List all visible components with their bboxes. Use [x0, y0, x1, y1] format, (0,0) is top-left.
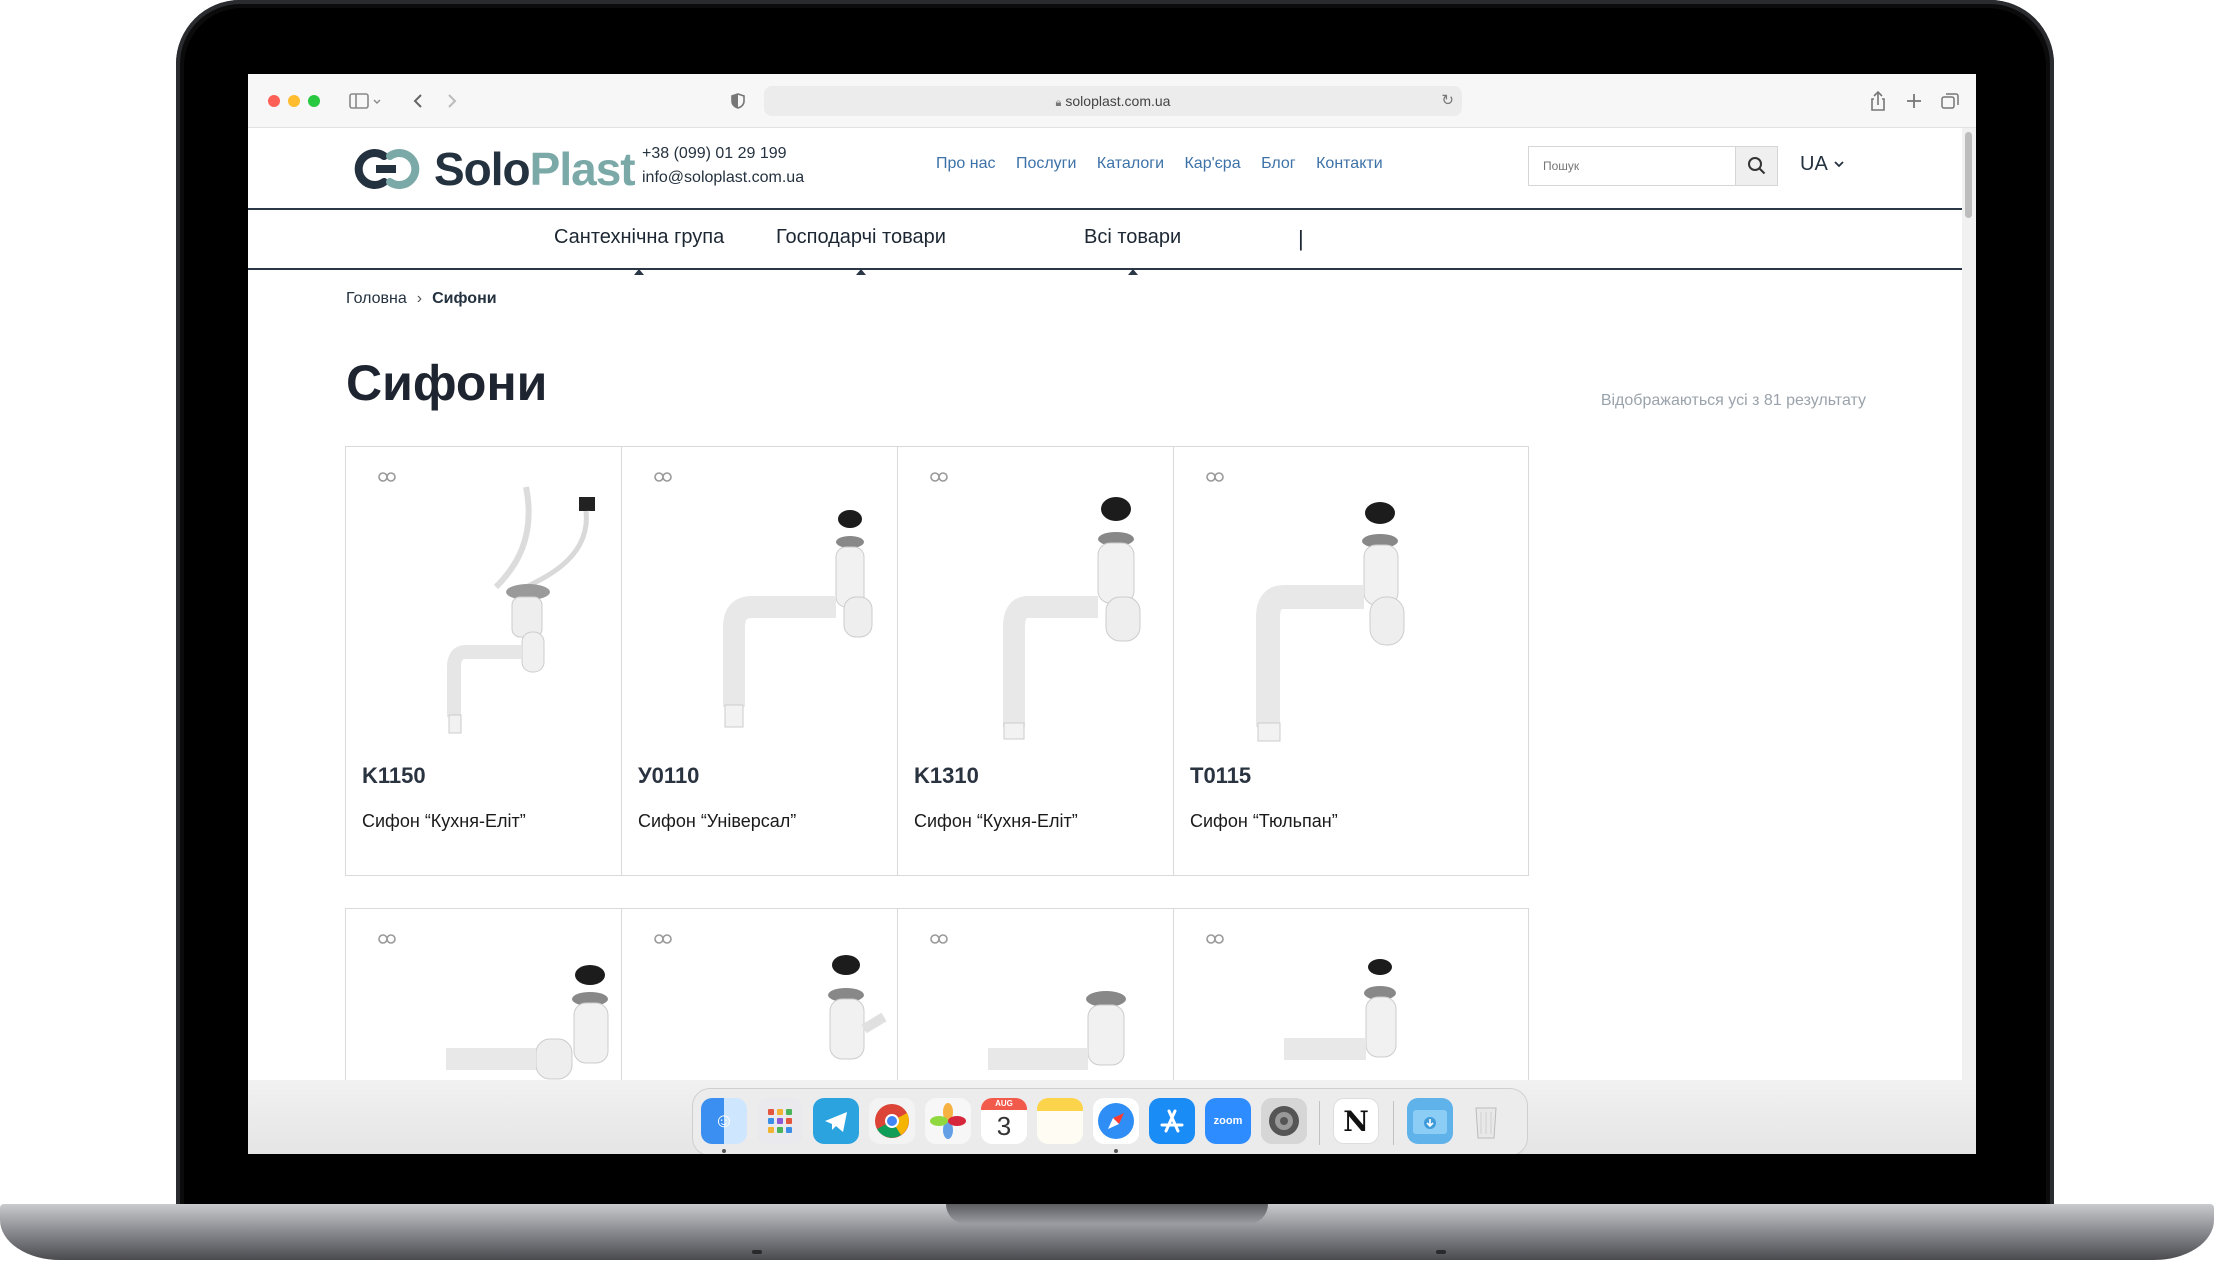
notes-icon[interactable] — [1037, 1098, 1083, 1144]
phone-link[interactable]: +38 (099) 01 29 199 — [642, 142, 804, 166]
dock: ☺ AUG 3 zoom N — [692, 1088, 1528, 1154]
running-indicator — [722, 1149, 726, 1153]
breadcrumb-home[interactable]: Головна — [346, 290, 407, 307]
site-header: SoloPlast +38 (099) 01 29 199 info@solop… — [248, 128, 1962, 210]
page-scrollbar[interactable] — [1962, 128, 1976, 1154]
photos-icon[interactable] — [925, 1098, 971, 1144]
system-settings-icon[interactable] — [1261, 1098, 1307, 1144]
laptop-notch — [946, 1204, 1268, 1224]
nav-about[interactable]: Про нас — [936, 155, 995, 172]
telegram-icon[interactable] — [813, 1098, 859, 1144]
nav-catalogs[interactable]: Каталоги — [1097, 155, 1164, 172]
scrollbar-thumb[interactable] — [1965, 132, 1972, 218]
search-button[interactable] — [1735, 147, 1777, 185]
laptop-foot — [752, 1250, 762, 1254]
logo-solo-text: Solo — [434, 143, 531, 195]
calendar-icon[interactable]: AUG 3 — [981, 1098, 1027, 1144]
category-separator: | — [1298, 226, 1304, 251]
sidebar-toggle-icon[interactable] — [346, 88, 386, 114]
zoom-icon[interactable]: zoom — [1205, 1098, 1251, 1144]
chevron-down-icon — [1834, 161, 1844, 168]
search-box — [1528, 146, 1778, 186]
close-window-button[interactable] — [268, 95, 280, 107]
contact-info: +38 (099) 01 29 199 info@soloplast.com.u… — [642, 142, 804, 190]
nav-blog[interactable]: Блог — [1261, 155, 1296, 172]
logo-plast-text: Plast — [529, 143, 636, 195]
tab-overview-icon[interactable] — [1938, 88, 1962, 114]
breadcrumb: Головна › Сифони — [346, 290, 497, 308]
category-navigation: Сантехнічна група Господарчі товари | Вс… — [248, 210, 1962, 275]
calendar-day: 3 — [996, 1111, 1012, 1141]
page-title: Сифони — [346, 355, 548, 411]
product-name: Сифон “Кухня-Еліт” — [362, 811, 526, 831]
safari-icon[interactable] — [1093, 1098, 1139, 1144]
breadcrumb-chevron-icon: › — [416, 290, 423, 307]
zoom-label: zoom — [1213, 1115, 1243, 1127]
back-icon[interactable] — [408, 88, 428, 114]
product-code: K1310 — [914, 763, 979, 788]
finder-icon[interactable]: ☺ — [701, 1098, 747, 1144]
screen: 🔒︎ soloplast.com.ua ↻ SoloPlast +38 (099… — [248, 74, 1976, 1154]
forward-icon[interactable] — [442, 88, 462, 114]
category-plumbing[interactable]: Сантехнічна група — [554, 226, 724, 275]
product-code: K1150 — [362, 763, 426, 788]
soloplast-logo[interactable]: SoloPlast — [346, 142, 638, 195]
breadcrumb-current: Сифони — [432, 290, 497, 307]
downloads-folder-icon[interactable] — [1407, 1098, 1453, 1144]
product-code: У0110 — [638, 763, 700, 788]
lock-icon: 🔒︎ — [1055, 97, 1062, 109]
category-all-products[interactable]: Всі товари — [1084, 226, 1181, 275]
notion-icon[interactable]: N — [1333, 1098, 1379, 1144]
laptop-mockup: 🔒︎ soloplast.com.ua ↻ SoloPlast +38 (099… — [0, 0, 2214, 1266]
email-link[interactable]: info@soloplast.com.ua — [642, 166, 804, 190]
siphon-image — [1256, 502, 1405, 742]
url-text: soloplast.com.ua — [1065, 93, 1171, 109]
category-household[interactable]: Господарчі товари — [776, 226, 946, 275]
top-navigation: Про нас Послуги Каталоги Кар'єра Блог Ко… — [936, 155, 1399, 173]
dock-divider — [1319, 1101, 1320, 1145]
nav-careers[interactable]: Кар'єра — [1184, 155, 1240, 172]
reload-icon[interactable]: ↻ — [1441, 86, 1454, 116]
new-tab-icon[interactable] — [1902, 88, 1926, 114]
calendar-month: AUG — [981, 1098, 1027, 1110]
product-name: Сифон “Універсал” — [638, 811, 797, 831]
product-code: T0115 — [1190, 763, 1252, 788]
browser-toolbar: 🔒︎ soloplast.com.ua ↻ — [248, 74, 1976, 128]
minimize-window-button[interactable] — [288, 95, 300, 107]
product-name: Сифон “Кухня-Еліт” — [914, 811, 1078, 831]
product-name: Сифон “Тюльпан” — [1190, 811, 1338, 831]
product-card[interactable]: T0115 Сифон “Тюльпан” — [1173, 446, 1529, 876]
language-selector[interactable]: UA — [1800, 153, 1846, 176]
running-indicator — [1114, 1149, 1118, 1153]
results-count: Відображаються усі з 81 результату — [1600, 392, 1866, 409]
logo-mark-icon — [354, 149, 420, 189]
zoom-window-button[interactable] — [308, 95, 320, 107]
search-input[interactable] — [1529, 147, 1737, 185]
dock-divider — [1393, 1101, 1394, 1145]
address-bar[interactable]: 🔒︎ soloplast.com.ua ↻ — [764, 86, 1462, 116]
trash-icon[interactable] — [1463, 1098, 1509, 1144]
nav-contacts[interactable]: Контакти — [1316, 155, 1383, 172]
desktop-strip: ☺ AUG 3 zoom N — [248, 1080, 1976, 1154]
search-icon — [1748, 157, 1766, 175]
nav-services[interactable]: Послуги — [1016, 155, 1077, 172]
chrome-icon[interactable] — [869, 1098, 915, 1144]
privacy-shield-icon[interactable] — [728, 88, 748, 114]
app-store-icon[interactable] — [1149, 1098, 1195, 1144]
laptop-foot — [1436, 1250, 1446, 1254]
share-icon[interactable] — [1866, 88, 1890, 114]
language-label: UA — [1800, 153, 1827, 175]
launchpad-icon[interactable] — [757, 1098, 803, 1144]
